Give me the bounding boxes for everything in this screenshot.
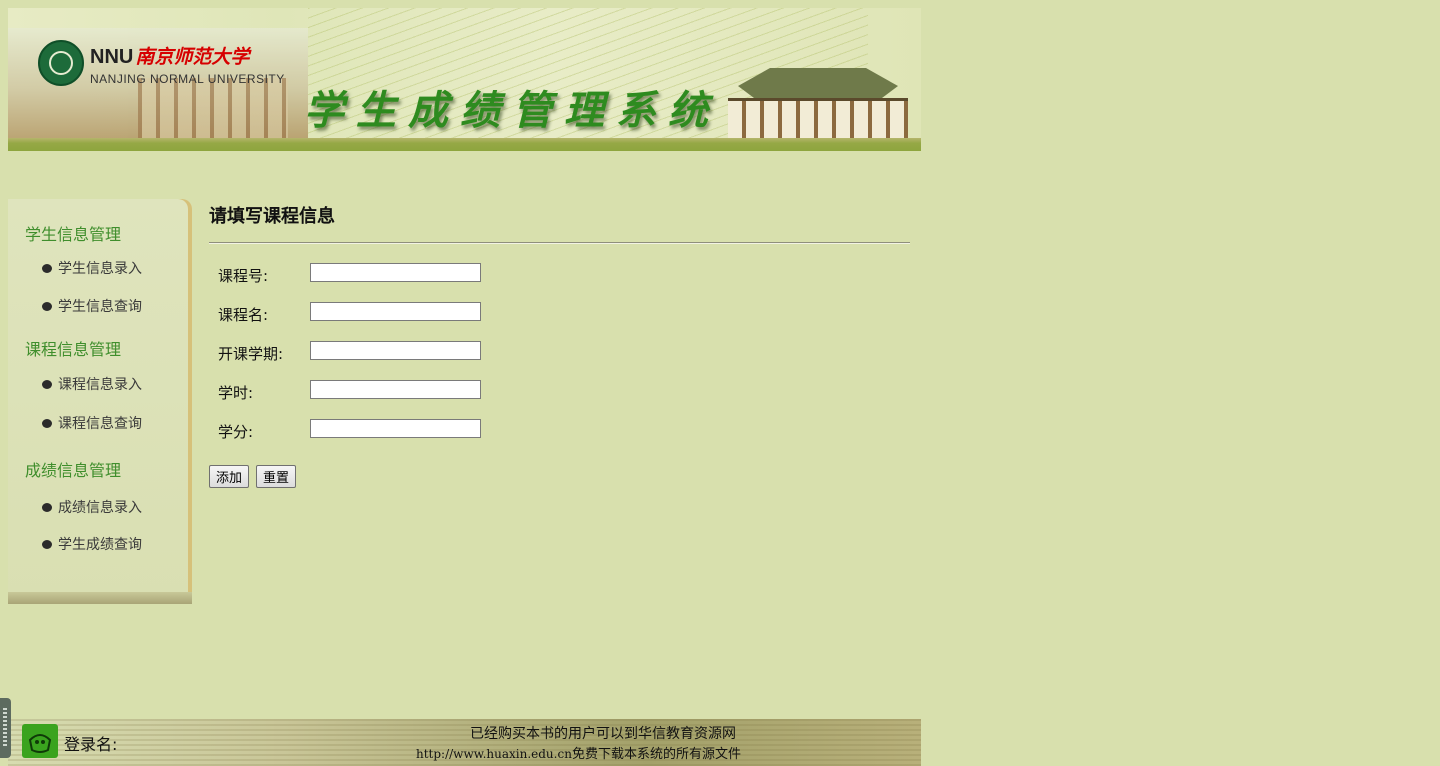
- bullet-icon: [42, 379, 52, 389]
- sidebar-item-label: 成绩信息录入: [58, 500, 142, 516]
- brand-en: NANJING NORMAL UNIVERSITY: [90, 72, 285, 86]
- page-title: 请填写课程信息: [209, 206, 335, 227]
- reset-button[interactable]: 重置: [256, 465, 297, 488]
- credits-input[interactable]: [310, 419, 481, 438]
- hours-input[interactable]: [310, 380, 481, 399]
- footer-notice-line1: 已经购买本书的用户可以到华信教育资源网: [470, 726, 736, 742]
- university-brand: NNU 南京师范大学 NANJING NORMAL UNIVERSITY: [90, 42, 285, 86]
- brand-short: NNU: [90, 46, 134, 68]
- brand-cn: 南京师范大学: [135, 46, 250, 68]
- bullet-icon: [42, 301, 52, 311]
- bullet-icon: [42, 418, 52, 428]
- header-divider-bar: [8, 138, 921, 151]
- sidebar-item-course-query[interactable]: 课程信息查询: [42, 413, 142, 433]
- credits-label: 学分:: [218, 423, 254, 441]
- semester-input[interactable]: [310, 341, 481, 360]
- header-banner: NNU 南京师范大学 NANJING NORMAL UNIVERSITY 学生成绩…: [8, 8, 921, 138]
- sidebar-item-grade-entry[interactable]: 成绩信息录入: [42, 497, 142, 517]
- sidebar-item-label: 学生信息录入: [58, 261, 142, 277]
- bullet-icon: [42, 502, 52, 512]
- system-title: 学生成绩管理系统: [304, 87, 720, 134]
- footer-notice-line2-rest: 免费下载本系统的所有源文件: [571, 747, 741, 762]
- side-toolbar-handle[interactable]: [0, 698, 11, 758]
- bullet-icon: [42, 539, 52, 549]
- pavilion-image: [718, 68, 913, 138]
- sidebar-item-label: 学生成绩查询: [58, 537, 142, 553]
- sidebar-item-course-entry[interactable]: 课程信息录入: [42, 374, 142, 394]
- add-button[interactable]: 添加: [209, 465, 250, 488]
- login-name-label: 登录名:: [64, 735, 118, 754]
- sidebar-section-grade: 成绩信息管理: [25, 461, 122, 480]
- course-name-label: 课程名:: [218, 306, 269, 324]
- sidebar-item-label: 课程信息查询: [58, 416, 142, 432]
- semester-label: 开课学期:: [218, 345, 284, 363]
- course-id-label: 课程号:: [218, 267, 269, 285]
- footer: 登录名: 已经购买本书的用户可以到华信教育资源网 http://www.huax…: [8, 719, 921, 766]
- footer-notice-line2: http://www.huaxin.edu.cn免费下载本系统的所有源文件: [416, 743, 741, 762]
- sidebar-item-grade-query[interactable]: 学生成绩查询: [42, 534, 142, 554]
- sidebar-item-label: 学生信息查询: [58, 299, 142, 315]
- sidebar-item-student-query[interactable]: 学生信息查询: [42, 296, 142, 316]
- sidebar-item-label: 课程信息录入: [58, 377, 142, 393]
- course-id-input[interactable]: [310, 263, 481, 282]
- sidebar-section-student: 学生信息管理: [25, 225, 122, 244]
- hours-label: 学时:: [218, 384, 254, 402]
- sidebar-section-course: 课程信息管理: [25, 340, 122, 359]
- sidebar-item-student-entry[interactable]: 学生信息录入: [42, 258, 142, 278]
- university-logo-icon: [38, 40, 84, 86]
- footer-url: http://www.huaxin.edu.cn: [416, 747, 572, 761]
- bullet-icon: [42, 263, 52, 273]
- title-divider: [209, 242, 910, 244]
- course-name-input[interactable]: [310, 302, 481, 321]
- user-avatar-icon: [22, 724, 58, 758]
